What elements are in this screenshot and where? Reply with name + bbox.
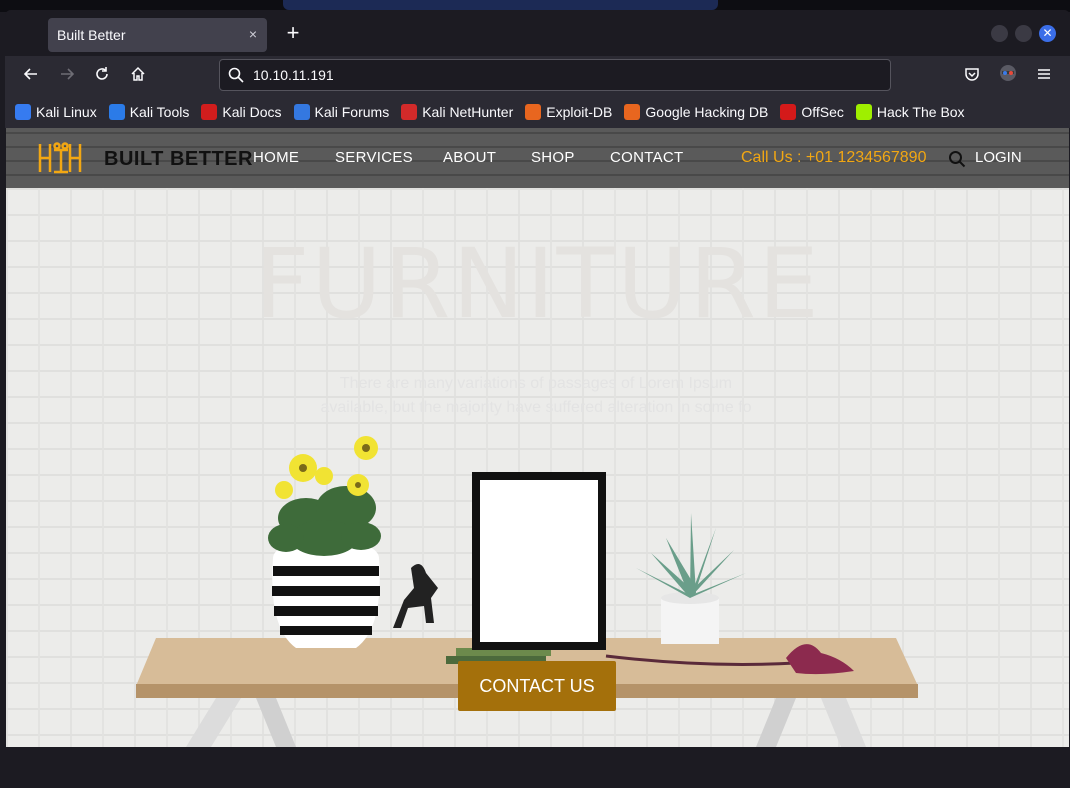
- webpage: BUILT BETTER HOME SERVICES ABOUT SHOP CO…: [6, 128, 1069, 747]
- bookmark-label: Kali Linux: [36, 104, 97, 120]
- url-text: 10.10.11.191: [253, 67, 334, 83]
- search-icon: [228, 67, 244, 83]
- tab-title: Built Better: [57, 27, 126, 43]
- pocket-icon[interactable]: [960, 64, 984, 88]
- minimize-button[interactable]: [991, 25, 1008, 42]
- navigation-toolbar: 10.10.11.191: [5, 56, 1070, 96]
- bookmark-label: Kali Docs: [222, 104, 282, 120]
- bookmark-label: Exploit-DB: [546, 104, 613, 120]
- browser-tab[interactable]: Built Better ×: [48, 18, 267, 52]
- bookmark-kali-tools[interactable]: Kali Tools: [108, 104, 190, 120]
- site-header: BUILT BETTER HOME SERVICES ABOUT SHOP CO…: [6, 128, 1069, 188]
- bookmark-kali-linux[interactable]: Kali Linux: [15, 104, 97, 120]
- bookmarks-toolbar: Kali Linux Kali Tools Kali Docs Kali Forums…: [5, 96, 1070, 128]
- bookmark-label: Kali Forums: [314, 104, 390, 120]
- bookmark-label: Kali Tools: [129, 104, 190, 120]
- bookmark-kali-forums[interactable]: Kali Forums: [293, 104, 390, 120]
- home-icon[interactable]: [126, 64, 150, 88]
- bookmark-offsec[interactable]: OffSec: [780, 104, 844, 120]
- site-search-icon[interactable]: [948, 150, 966, 168]
- reload-icon[interactable]: [90, 64, 114, 88]
- close-tab-icon[interactable]: ×: [249, 26, 257, 42]
- new-tab-button[interactable]: +: [281, 22, 305, 46]
- forward-icon[interactable]: [55, 64, 79, 88]
- bookmark-label: Kali NetHunter: [422, 104, 514, 120]
- login-link[interactable]: LOGIN: [975, 149, 1022, 166]
- bookmark-google-hacking-db[interactable]: Google Hacking DB: [624, 104, 768, 120]
- extension-icon[interactable]: [996, 64, 1020, 88]
- kali-tools-icon: [108, 104, 125, 120]
- contact-us-button[interactable]: CONTACT US: [458, 661, 616, 711]
- bookmark-kali-nethunter[interactable]: Kali NetHunter: [401, 104, 513, 120]
- kali-forums-icon: [293, 104, 310, 120]
- offsec-icon: [780, 104, 797, 120]
- nav-services[interactable]: SERVICES: [335, 149, 413, 166]
- nav-shop[interactable]: SHOP: [531, 149, 575, 166]
- bookmark-label: Hack The Box: [876, 104, 965, 120]
- nav-contact[interactable]: CONTACT: [610, 149, 683, 166]
- bookmark-label: OffSec: [801, 104, 844, 120]
- phone-number[interactable]: Call Us : +01 1234567890: [741, 149, 926, 167]
- kali-docs-icon: [201, 104, 218, 120]
- window-close-button[interactable]: ✕: [1039, 25, 1056, 42]
- nav-home[interactable]: HOME: [253, 149, 299, 166]
- browser-window: Built Better × + ✕ 10.10.11.191 Kali Lin…: [5, 10, 1070, 788]
- menu-icon[interactable]: [1032, 64, 1056, 88]
- exploit-db-icon: [525, 104, 542, 120]
- bookmark-hack-the-box[interactable]: Hack The Box: [855, 104, 965, 120]
- bookmark-label: Google Hacking DB: [645, 104, 769, 120]
- logo-text[interactable]: BUILT BETTER: [104, 148, 253, 171]
- maximize-button[interactable]: [1015, 25, 1032, 42]
- bookmark-kali-docs[interactable]: Kali Docs: [201, 104, 282, 120]
- logo-icon[interactable]: [36, 140, 86, 176]
- nav-about[interactable]: ABOUT: [443, 149, 496, 166]
- bookmark-exploit-db[interactable]: Exploit-DB: [525, 104, 612, 120]
- htb-icon: [855, 104, 872, 120]
- tab-strip: Built Better × + ✕: [5, 10, 1070, 56]
- address-bar[interactable]: 10.10.11.191: [219, 59, 891, 91]
- nethunter-icon: [401, 104, 418, 120]
- hero-title: FURNITURE: [254, 228, 821, 340]
- ghdb-icon: [624, 104, 641, 120]
- back-icon[interactable]: [19, 64, 43, 88]
- hero-text: There are many variations of passages of…: [320, 375, 752, 416]
- kali-dragon-icon: [15, 104, 31, 120]
